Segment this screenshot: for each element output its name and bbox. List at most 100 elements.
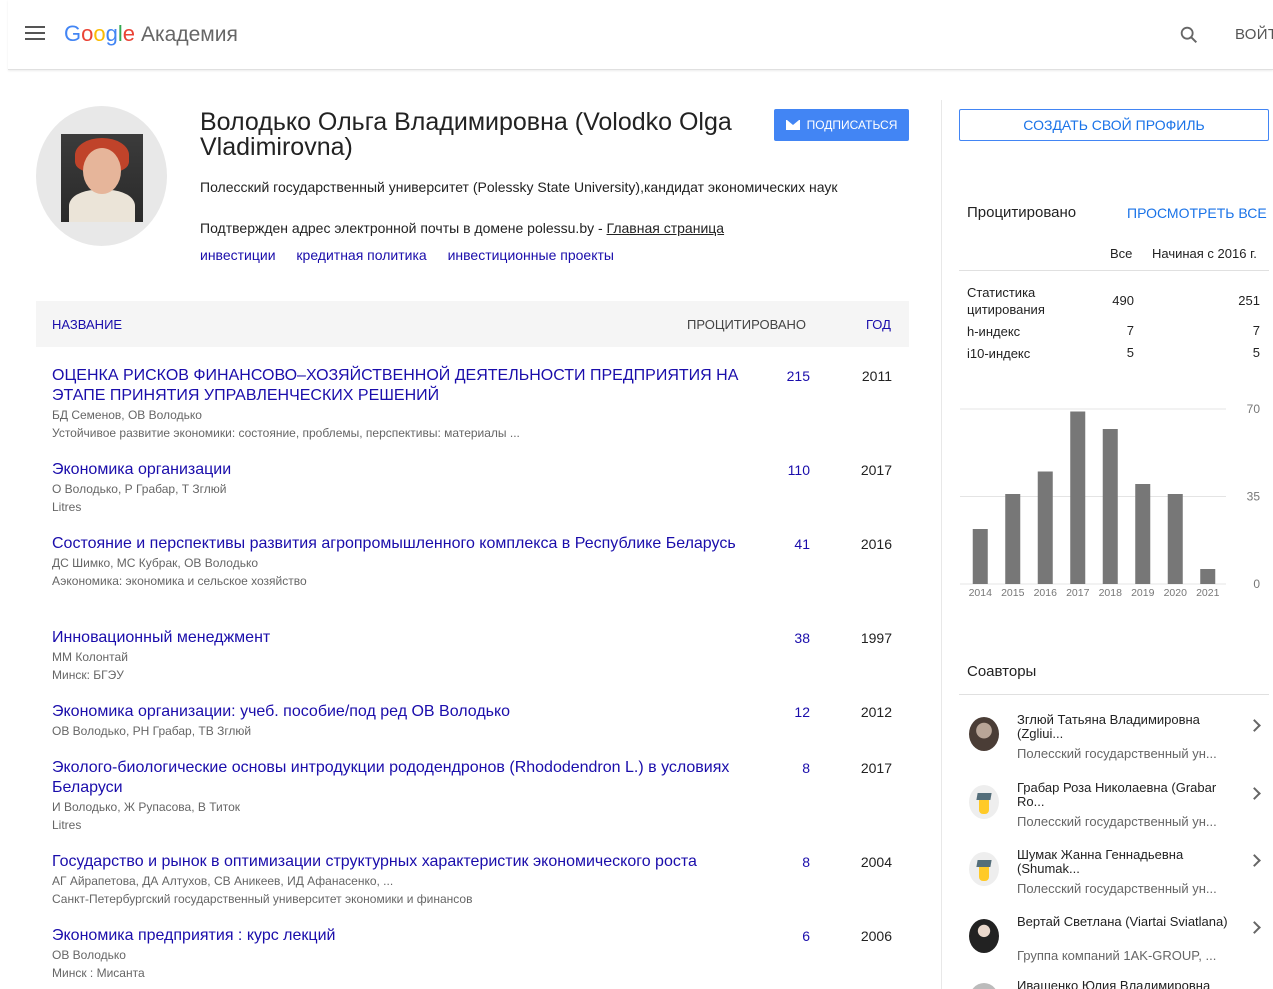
chart-x-label: 2015 bbox=[1001, 587, 1025, 599]
article-year: 2017 bbox=[860, 462, 892, 478]
stat-since: 5 bbox=[1252, 345, 1260, 360]
article-row: Инновационный менеджмент ММ Колонтай Мин… bbox=[52, 628, 912, 702]
avatar bbox=[969, 983, 999, 989]
articles-list: ОЦЕНКА РИСКОВ ФИНАНСОВО–ХОЗЯЙСТВЕННОЙ ДЕ… bbox=[52, 366, 912, 986]
coauthor-item[interactable]: Грабар Роза Николаевна (Grabar Ro... Пол… bbox=[967, 781, 1267, 841]
chart-y-label: 35 bbox=[1247, 490, 1261, 504]
article-title[interactable]: Инновационный менеджмент bbox=[52, 628, 742, 648]
subscribe-button[interactable]: ПОДПИСАТЬСЯ bbox=[774, 109, 909, 141]
article-authors: БД Семенов, ОВ Володько bbox=[52, 408, 202, 422]
sort-by-title[interactable]: НАЗВАНИЕ bbox=[52, 317, 122, 332]
article-title[interactable]: ОЦЕНКА РИСКОВ ФИНАНСОВО–ХОЗЯЙСТВЕННОЙ ДЕ… bbox=[52, 366, 742, 406]
article-title[interactable]: Экономика организации: учеб. пособие/под… bbox=[52, 702, 742, 722]
chart-bar-2020[interactable] bbox=[1167, 494, 1183, 584]
article-title[interactable]: Эколого-биологические основы интродукции… bbox=[52, 758, 742, 798]
coauthor-name: Грабар Роза Николаевна (Grabar Ro... bbox=[1017, 780, 1217, 809]
login-link[interactable]: ВОЙТИ bbox=[1235, 26, 1273, 43]
chart-y-label: 0 bbox=[1253, 577, 1260, 591]
interest-link[interactable]: кредитная политика bbox=[296, 247, 426, 263]
article-year: 2011 bbox=[861, 368, 892, 384]
stats-col-since: Начиная с 2016 г. bbox=[1152, 246, 1257, 261]
chart-x-label: 2020 bbox=[1164, 587, 1188, 599]
sort-by-year[interactable]: ГОД bbox=[866, 317, 891, 332]
article-venue: Litres bbox=[52, 500, 82, 514]
coauthor-item[interactable]: Шумак Жанна Геннадьевна (Shumak... Полес… bbox=[967, 848, 1267, 908]
coauthor-name: Зглюй Татьяна Владимировна (Zgliui... bbox=[1017, 712, 1200, 741]
chart-bar-2015[interactable] bbox=[1005, 494, 1021, 584]
article-cited-count[interactable]: 110 bbox=[764, 460, 810, 480]
chart-bar-2014[interactable] bbox=[972, 529, 988, 584]
menu-icon[interactable] bbox=[25, 26, 45, 42]
create-profile-button[interactable]: СОЗДАТЬ СВОЙ ПРОФИЛЬ bbox=[959, 109, 1269, 141]
coauthor-affiliation: Полесский государственный ун... bbox=[1017, 882, 1217, 896]
article-cited-count[interactable]: 38 bbox=[764, 628, 810, 648]
article-year: 1997 bbox=[860, 630, 892, 646]
stat-label: h-индекс bbox=[967, 324, 1021, 339]
article-title[interactable]: Экономика предприятия : курс лекций bbox=[52, 926, 742, 946]
article-year: 2004 bbox=[860, 854, 892, 870]
coauthor-item[interactable]: Вертай Светлана (Viartai Sviatlana) Груп… bbox=[967, 915, 1267, 975]
envelope-icon bbox=[785, 120, 800, 130]
coauthor-affiliation: Группа компаний 1AK-GROUP, ... bbox=[1017, 949, 1217, 963]
chevron-right-icon bbox=[1248, 921, 1261, 934]
google-scholar-logo[interactable]: Google Академия bbox=[64, 21, 238, 47]
article-cited-count[interactable]: 215 bbox=[764, 366, 810, 386]
homepage-link[interactable]: Главная страница bbox=[607, 220, 725, 236]
chart-bar-2019[interactable] bbox=[1135, 484, 1151, 584]
interest-link[interactable]: инвестиционные проекты bbox=[448, 247, 614, 263]
coauthor-affiliation: Полесский государственный ун... bbox=[1017, 815, 1217, 829]
coauthor-name: Шумак Жанна Геннадьевна (Shumak... bbox=[1017, 847, 1184, 876]
profile-name: Володько Ольга Владимировна (Volodko Olg… bbox=[200, 108, 732, 161]
avatar bbox=[969, 717, 999, 751]
chart-x-label: 2021 bbox=[1196, 587, 1220, 599]
article-cited-count[interactable]: 6 bbox=[764, 926, 810, 946]
article-title[interactable]: Экономика организации bbox=[52, 460, 742, 480]
research-interests: инвестиции кредитная политика инвестицио… bbox=[200, 247, 631, 263]
article-row: Эколого-биологические основы интродукции… bbox=[52, 758, 912, 852]
article-row: Государство и рынок в оптимизации структ… bbox=[52, 852, 912, 926]
stat-all: 7 bbox=[1126, 323, 1134, 338]
article-cited-count[interactable]: 41 bbox=[764, 534, 810, 554]
top-bar: GoogleАкадемия ВОЙТИ bbox=[8, 0, 1273, 70]
profile-avatar bbox=[36, 106, 167, 246]
article-year: 2017 bbox=[860, 760, 892, 776]
article-cited-count[interactable]: 12 bbox=[764, 702, 810, 722]
coauthor-affiliation: Полесский государственный ун... bbox=[1017, 747, 1217, 761]
chart-bar-2016[interactable] bbox=[1037, 471, 1053, 585]
article-authors: И Володько, Ж Рупасова, В Титок bbox=[52, 800, 241, 814]
article-row: ОЦЕНКА РИСКОВ ФИНАНСОВО–ХОЗЯЙСТВЕННОЙ ДЕ… bbox=[52, 366, 912, 460]
article-authors: О Володько, Р Грабар, Т Зглюй bbox=[52, 482, 227, 496]
article-cited-count[interactable]: 8 bbox=[764, 758, 810, 778]
coauthor-item[interactable]: Зглюй Татьяна Владимировна (Zgliui... По… bbox=[967, 713, 1267, 773]
profile-affiliation: Полесский государственный университет (P… bbox=[200, 179, 838, 195]
sort-by-cited[interactable]: ПРОЦИТИРОВАНО bbox=[687, 317, 806, 332]
stat-since: 7 bbox=[1252, 323, 1260, 338]
stat-all: 5 bbox=[1126, 345, 1134, 360]
interest-link[interactable]: инвестиции bbox=[200, 247, 276, 263]
citations-chart: 2014 2015 2016 2017 2018 2019 2020 2021 70 35 0 bbox=[960, 402, 1261, 599]
article-row: Экономика предприятия : курс лекций ОВ В… bbox=[52, 926, 912, 986]
chart-x-label: 2017 bbox=[1066, 587, 1090, 599]
article-title[interactable]: Состояние и перспективы развития агропро… bbox=[52, 534, 742, 554]
article-title[interactable]: Государство и рынок в оптимизации структ… bbox=[52, 852, 742, 872]
coauthor-item[interactable]: Ивашенко Юлия Владимировна bbox=[967, 979, 1267, 989]
chart-bar-2021[interactable] bbox=[1200, 569, 1216, 584]
chart-x-label: 2019 bbox=[1131, 587, 1155, 599]
chart-x-label: 2018 bbox=[1099, 587, 1123, 599]
chart-bar-2017[interactable] bbox=[1070, 411, 1086, 585]
profile-photo bbox=[61, 134, 143, 222]
coauthors-heading: Соавторы bbox=[967, 663, 1037, 680]
chart-x-label: 2014 bbox=[969, 587, 993, 599]
view-all-link[interactable]: ПРОСМОТРЕТЬ ВСЕ bbox=[1127, 205, 1267, 221]
article-venue: Аэкономика: экономика и сельское хозяйст… bbox=[52, 574, 307, 588]
stat-all: 490 bbox=[1112, 293, 1134, 308]
avatar bbox=[969, 919, 999, 953]
article-authors: АГ Айрапетова, ДА Алтухов, СВ Аникеев, И… bbox=[52, 874, 394, 888]
graduation-cap-icon bbox=[969, 852, 999, 886]
article-authors: ММ Колонтай bbox=[52, 650, 128, 664]
search-icon[interactable] bbox=[1178, 24, 1200, 46]
coauthors-divider bbox=[959, 694, 1269, 695]
graduation-cap-icon bbox=[969, 785, 999, 819]
article-cited-count[interactable]: 8 bbox=[764, 852, 810, 872]
chart-bar-2018[interactable] bbox=[1102, 429, 1118, 584]
